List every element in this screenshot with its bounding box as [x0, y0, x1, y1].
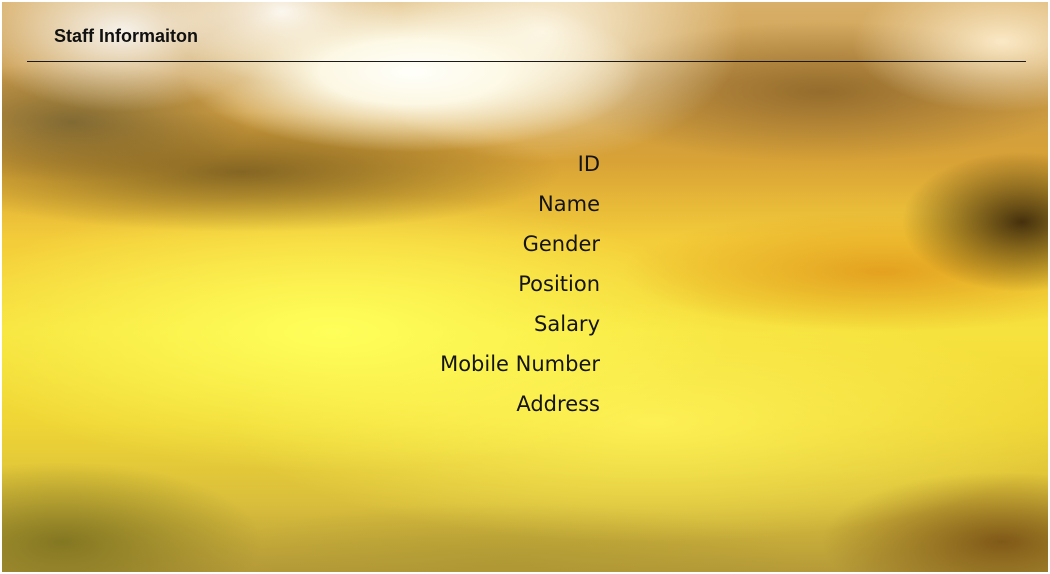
staff-info-panel: Staff Informaiton ID Name Gender Positio…	[2, 2, 1048, 572]
header-divider	[27, 61, 1026, 62]
field-label-salary: Salary	[534, 312, 600, 336]
field-label-mobile-number: Mobile Number	[440, 352, 600, 376]
field-label-list: ID Name Gender Position Salary Mobile Nu…	[302, 148, 600, 428]
field-label-position: Position	[518, 272, 600, 296]
page-title: Staff Informaiton	[54, 26, 198, 46]
field-label-id: ID	[577, 152, 600, 176]
field-label-address: Address	[516, 392, 600, 416]
field-label-gender: Gender	[522, 232, 600, 256]
field-label-name: Name	[538, 192, 600, 216]
